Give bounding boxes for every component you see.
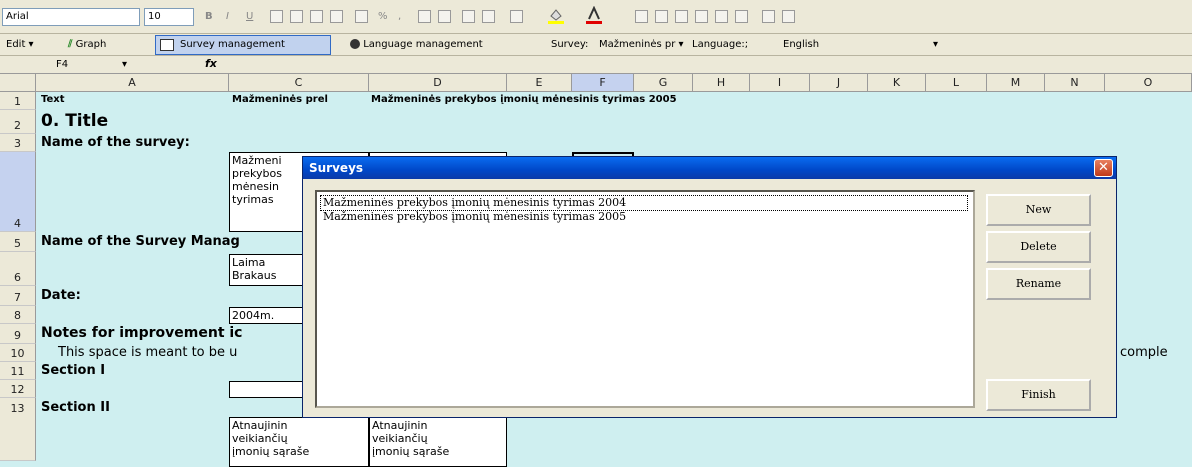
- align-right-icon[interactable]: [310, 10, 323, 23]
- row-header-10[interactable]: 10: [0, 344, 36, 362]
- language-select[interactable]: English ▾: [783, 36, 948, 54]
- decrease-decimal-icon[interactable]: [438, 10, 451, 23]
- font-name-select[interactable]: Arial: [2, 8, 140, 26]
- list-item[interactable]: Mažmeninės prekybos įmonių mėnesinis tyr…: [321, 210, 628, 224]
- cell-a1[interactable]: Text: [41, 94, 65, 105]
- survey-select[interactable]: Mažmeninės pr ▾: [599, 36, 684, 54]
- new-button[interactable]: New: [986, 194, 1091, 226]
- currency-icon[interactable]: [355, 10, 368, 23]
- row-header-3[interactable]: 3: [0, 134, 36, 152]
- row-header-8[interactable]: 8: [0, 306, 36, 324]
- font-color-icon[interactable]: [585, 5, 603, 24]
- cell-a13[interactable]: Section II: [41, 400, 110, 415]
- toolbar-icon-5[interactable]: [715, 10, 728, 23]
- cell-a7[interactable]: Date:: [41, 288, 81, 303]
- underline-button[interactable]: U: [246, 8, 253, 26]
- row-header-7[interactable]: 7: [0, 286, 36, 306]
- column-header-h[interactable]: H: [693, 74, 750, 92]
- cell-a10[interactable]: This space is meant to be u: [58, 345, 237, 360]
- cell-a9[interactable]: Notes for improvement ic: [41, 325, 242, 341]
- column-header-i[interactable]: I: [750, 74, 810, 92]
- toolbar-icon-6[interactable]: [735, 10, 748, 23]
- toolbar-icon-3[interactable]: [675, 10, 688, 23]
- row-header-9[interactable]: 9: [0, 324, 36, 344]
- increase-indent-icon[interactable]: [482, 10, 495, 23]
- increase-decimal-icon[interactable]: [418, 10, 431, 23]
- column-header-o[interactable]: O: [1105, 74, 1192, 92]
- cell-a3[interactable]: Name of the survey:: [41, 135, 190, 150]
- fill-color-icon[interactable]: [547, 6, 565, 24]
- row-header-12[interactable]: 12: [0, 380, 36, 398]
- font-name-value: Arial: [6, 11, 29, 22]
- row-header-13[interactable]: 13: [0, 398, 36, 461]
- row-header-11[interactable]: 11: [0, 362, 36, 380]
- cell-a2-title[interactable]: 0. Title: [41, 111, 108, 131]
- insert-function-button[interactable]: fx: [205, 57, 217, 70]
- edit-menu[interactable]: Edit ▾: [6, 36, 34, 54]
- list-item[interactable]: Mažmeninės prekybos įmonių mėnesinis tyr…: [320, 195, 968, 211]
- surveys-listbox[interactable]: Mažmeninės prekybos įmonių mėnesinis tyr…: [315, 190, 975, 408]
- column-header-c[interactable]: C: [229, 74, 369, 92]
- row-header-1[interactable]: 1: [0, 92, 36, 110]
- row-header-4[interactable]: 4: [0, 152, 36, 232]
- font-size-value: 10: [148, 11, 161, 22]
- row-header-2[interactable]: 2: [0, 110, 36, 134]
- column-header-m[interactable]: M: [987, 74, 1045, 92]
- column-header-j[interactable]: J: [810, 74, 868, 92]
- cell-a5[interactable]: Name of the Survey Manag: [41, 234, 240, 249]
- formula-bar: F4 ▾ fx: [0, 56, 1192, 74]
- column-header-a[interactable]: A: [36, 74, 229, 92]
- borders-icon[interactable]: [510, 10, 523, 23]
- decrease-indent-icon[interactable]: [462, 10, 475, 23]
- cell-a11[interactable]: Section I: [41, 363, 105, 378]
- font-size-select[interactable]: 10: [144, 8, 194, 26]
- align-center-icon[interactable]: [290, 10, 303, 23]
- column-header-l[interactable]: L: [926, 74, 987, 92]
- column-header-e[interactable]: E: [507, 74, 572, 92]
- merge-center-icon[interactable]: [330, 10, 343, 23]
- toolbar-icon-2[interactable]: [655, 10, 668, 23]
- toolbar-icon-7[interactable]: [762, 10, 775, 23]
- cell-d1[interactable]: Mažmeninės prekybos įmonių mėnesinis tyr…: [371, 94, 677, 105]
- custom-toolbar: Edit ▾ ⫽ Graph Survey management Languag…: [0, 34, 1192, 56]
- name-box[interactable]: F4 ▾: [4, 57, 144, 72]
- row-header-6[interactable]: 6: [0, 252, 36, 286]
- close-icon[interactable]: ✕: [1094, 159, 1113, 177]
- rename-button[interactable]: Rename: [986, 268, 1091, 300]
- column-header-d[interactable]: D: [369, 74, 507, 92]
- cell-c13[interactable]: Atnaujinin veikiančių įmonių sąraše: [229, 417, 369, 467]
- language-label: Language:;: [692, 39, 749, 50]
- toolbar-icon-8[interactable]: [782, 10, 795, 23]
- survey-management-button[interactable]: Survey management: [155, 35, 331, 55]
- toolbar-icon-4[interactable]: [695, 10, 708, 23]
- cell-o10[interactable]: comple: [1120, 345, 1168, 360]
- language-icon: [350, 39, 360, 49]
- formatting-toolbar: Arial 10 B I U % ,: [0, 0, 1192, 34]
- delete-button[interactable]: Delete: [986, 231, 1091, 263]
- comma-button[interactable]: ,: [398, 8, 401, 26]
- graph-icon: ⫽: [68, 39, 73, 50]
- select-all-corner[interactable]: [0, 74, 36, 92]
- surveys-dialog: Surveys ✕ Mažmeninės prekybos įmonių mėn…: [302, 156, 1117, 418]
- column-header-k[interactable]: K: [868, 74, 926, 92]
- toolbar-icon-1[interactable]: [635, 10, 648, 23]
- column-header-g[interactable]: G: [634, 74, 693, 92]
- finish-button[interactable]: Finish: [986, 379, 1091, 411]
- language-management-button[interactable]: Language management: [350, 36, 483, 54]
- dialog-title[interactable]: Surveys: [303, 157, 1116, 179]
- cell-c1[interactable]: Mažmeninės prel: [232, 94, 369, 105]
- cell-d13[interactable]: Atnaujinin veikiančių įmonių sąraše: [369, 417, 507, 467]
- column-header-n[interactable]: N: [1045, 74, 1105, 92]
- column-header-f[interactable]: F: [572, 74, 634, 92]
- table-icon: [160, 39, 174, 51]
- formula-input[interactable]: [230, 57, 1190, 72]
- row-header-5[interactable]: 5: [0, 232, 36, 252]
- survey-label: Survey:: [551, 39, 589, 50]
- cell-reference: F4: [56, 59, 69, 70]
- graph-button[interactable]: ⫽ Graph: [68, 36, 106, 54]
- percent-button[interactable]: %: [378, 8, 388, 26]
- bold-button[interactable]: B: [205, 8, 213, 26]
- align-left-icon[interactable]: [270, 10, 283, 23]
- italic-button[interactable]: I: [226, 8, 229, 26]
